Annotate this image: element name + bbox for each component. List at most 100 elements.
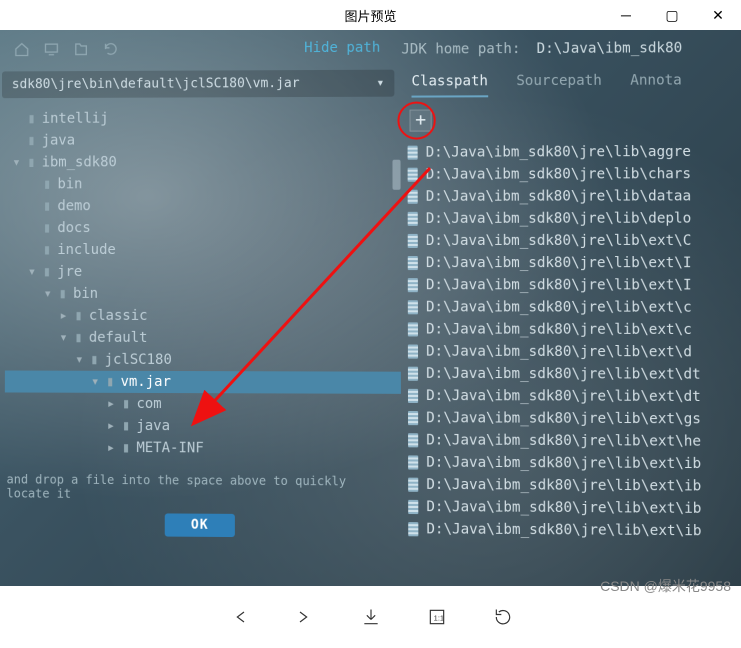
- add-classpath-button[interactable]: +: [410, 110, 432, 132]
- folder-icon: ▮: [43, 217, 51, 239]
- folder-icon: ▮: [27, 151, 35, 173]
- chooser-toolbar: Hide path: [2, 30, 400, 67]
- jar-icon: [408, 345, 418, 359]
- classpath-text: D:\Java\ibm_sdk80\jre\lib\ext\c: [426, 318, 692, 341]
- tree-item[interactable]: ▮ docs: [5, 217, 400, 239]
- tab-sourcepath[interactable]: Sourcepath: [516, 73, 602, 97]
- classpath-text: D:\Java\ibm_sdk80\jre\lib\ext\c: [426, 296, 692, 319]
- download-icon[interactable]: [361, 607, 381, 627]
- rotate-icon[interactable]: [493, 607, 513, 627]
- classpath-text: D:\Java\ibm_sdk80\jre\lib\dataa: [426, 185, 691, 208]
- tree-item-label: intellij: [42, 108, 109, 130]
- classpath-entry[interactable]: D:\Java\ibm_sdk80\jre\lib\ext\C: [408, 230, 741, 252]
- classpath-entry[interactable]: D:\Java\ibm_sdk80\jre\lib\dataa: [408, 185, 741, 208]
- tree-item[interactable]: ▮bin: [6, 173, 401, 196]
- next-icon[interactable]: [295, 607, 315, 627]
- tab-annotations[interactable]: Annota: [630, 72, 682, 96]
- tree-item-selected[interactable]: ▾▮vm.jar: [5, 371, 401, 394]
- chevron-icon: ▾: [12, 151, 22, 173]
- classpath-entry[interactable]: D:\Java\ibm_sdk80\jre\lib\ext\I: [408, 274, 741, 296]
- classpath-text: D:\Java\ibm_sdk80\jre\lib\aggre: [426, 141, 691, 164]
- home-icon[interactable]: [14, 42, 30, 58]
- classpath-entry[interactable]: D:\Java\ibm_sdk80\jre\lib\deplo: [408, 207, 741, 229]
- tree-item-label: bin: [57, 173, 82, 195]
- classpath-text: D:\Java\ibm_sdk80\jre\lib\ext\he: [426, 429, 701, 453]
- photo-viewport: Hide path sdk80\jre\bin\default\jclSC180…: [0, 30, 741, 586]
- tree-item[interactable]: ▾▮jre: [5, 261, 401, 283]
- tree-item-label: include: [57, 239, 116, 261]
- jar-icon: [408, 300, 418, 314]
- classpath-entry[interactable]: D:\Java\ibm_sdk80\jre\lib\chars: [408, 163, 741, 186]
- classpath-entry[interactable]: D:\Java\ibm_sdk80\jre\lib\ext\ib: [408, 474, 741, 498]
- tree-item[interactable]: ▮ include: [5, 239, 400, 261]
- watermark: CSDN @爆米花9958: [600, 576, 731, 596]
- tree-item[interactable]: ▮demo: [5, 195, 400, 217]
- chevron-icon: ▾: [90, 371, 100, 393]
- classpath-entry[interactable]: D:\Java\ibm_sdk80\jre\lib\ext\dt: [408, 385, 741, 408]
- drop-hint: and drop a file into the space above to …: [1, 468, 402, 507]
- project-icon[interactable]: [73, 41, 89, 57]
- tree-item[interactable]: ▸▮META-INF: [5, 436, 401, 460]
- window-maximize-button[interactable]: ▢: [649, 0, 695, 30]
- classpath-entry[interactable]: D:\Java\ibm_sdk80\jre\lib\ext\d: [408, 340, 741, 363]
- classpath-entry[interactable]: D:\Java\ibm_sdk80\jre\lib\ext\he: [408, 429, 741, 453]
- classpath-text: D:\Java\ibm_sdk80\jre\lib\ext\ib: [426, 496, 701, 520]
- chevron-icon: ▸: [106, 437, 116, 459]
- path-dropdown-icon[interactable]: ▾: [376, 76, 384, 91]
- folder-icon: ▮: [59, 283, 67, 305]
- scrollbar[interactable]: [392, 160, 400, 190]
- jar-icon: ▮: [106, 371, 114, 393]
- tree-item[interactable]: ▮intellij: [6, 107, 401, 130]
- tree-item-label: demo: [57, 195, 90, 217]
- folder-icon: ▮: [122, 437, 130, 459]
- desktop-icon[interactable]: [43, 41, 59, 57]
- tree-item[interactable]: ▸▮classic: [5, 305, 401, 328]
- ok-button[interactable]: OK: [165, 513, 235, 537]
- prev-icon[interactable]: [229, 607, 249, 627]
- classpath-text: D:\Java\ibm_sdk80\jre\lib\ext\dt: [426, 385, 701, 408]
- classpath-entry[interactable]: D:\Java\ibm_sdk80\jre\lib\ext\c: [408, 296, 741, 319]
- jar-icon: [408, 455, 418, 469]
- classpath-entry[interactable]: D:\Java\ibm_sdk80\jre\lib\ext\dt: [408, 363, 741, 386]
- window-close-button[interactable]: ✕: [695, 0, 741, 30]
- folder-icon: ▮: [74, 305, 82, 327]
- jar-icon: [408, 146, 418, 160]
- jar-icon: [408, 234, 418, 248]
- tree-item[interactable]: ▮java: [6, 129, 401, 152]
- tree-item-label: classic: [89, 305, 148, 327]
- jar-icon: [408, 256, 418, 270]
- jar-icon: [408, 322, 418, 336]
- classpath-entry[interactable]: D:\Java\ibm_sdk80\jre\lib\ext\c: [408, 318, 741, 341]
- window-minimize-button[interactable]: ─: [603, 0, 649, 30]
- classpath-entry[interactable]: D:\Java\ibm_sdk80\jre\lib\ext\gs: [408, 407, 741, 431]
- tab-classpath[interactable]: Classpath: [411, 73, 488, 97]
- file-tree[interactable]: ▮intellij ▮java▾▮ibm_sdk80 ▮bin ▮demo ▮d…: [1, 107, 401, 461]
- actual-size-icon[interactable]: 1:1: [427, 607, 447, 627]
- chevron-icon: ▸: [106, 393, 116, 415]
- tree-item[interactable]: ▾▮jclSC180: [5, 349, 401, 372]
- file-chooser-panel: Hide path sdk80\jre\bin\default\jclSC180…: [0, 30, 401, 586]
- chevron-icon: ▾: [27, 261, 37, 283]
- tree-item[interactable]: ▾▮default: [5, 327, 401, 350]
- classpath-text: D:\Java\ibm_sdk80\jre\lib\ext\I: [426, 252, 692, 274]
- tree-item[interactable]: ▸▮java: [5, 414, 401, 438]
- tree-item[interactable]: ▾▮bin: [5, 283, 401, 305]
- tree-item[interactable]: ▸▮com: [5, 392, 401, 416]
- chevron-icon: ▾: [74, 349, 84, 371]
- folder-icon: ▮: [27, 130, 35, 152]
- path-input[interactable]: sdk80\jre\bin\default\jclSC180\vm.jar ▾: [2, 70, 395, 99]
- classpath-entry[interactable]: D:\Java\ibm_sdk80\jre\lib\ext\I: [408, 252, 741, 274]
- classpath-entry[interactable]: D:\Java\ibm_sdk80\jre\lib\ext\ib: [408, 496, 741, 520]
- classpath-entry[interactable]: D:\Java\ibm_sdk80\jre\lib\ext\ib: [408, 451, 741, 475]
- classpath-entry[interactable]: D:\Java\ibm_sdk80\jre\lib\aggre: [408, 141, 741, 164]
- classpath-text: D:\Java\ibm_sdk80\jre\lib\ext\C: [426, 230, 692, 252]
- tree-item-label: docs: [57, 217, 90, 239]
- tree-item-label: jre: [57, 261, 82, 283]
- classpath-entry[interactable]: D:\Java\ibm_sdk80\jre\lib\ext\ib: [408, 518, 741, 543]
- classpath-list[interactable]: D:\Java\ibm_sdk80\jre\lib\aggreD:\Java\i…: [402, 139, 741, 543]
- refresh-icon[interactable]: [103, 41, 119, 57]
- classpath-text: D:\Java\ibm_sdk80\jre\lib\ext\gs: [426, 407, 701, 430]
- tree-item[interactable]: ▾▮ibm_sdk80: [6, 151, 401, 174]
- hide-path-link[interactable]: Hide path: [304, 40, 380, 56]
- folder-icon: ▮: [43, 239, 51, 261]
